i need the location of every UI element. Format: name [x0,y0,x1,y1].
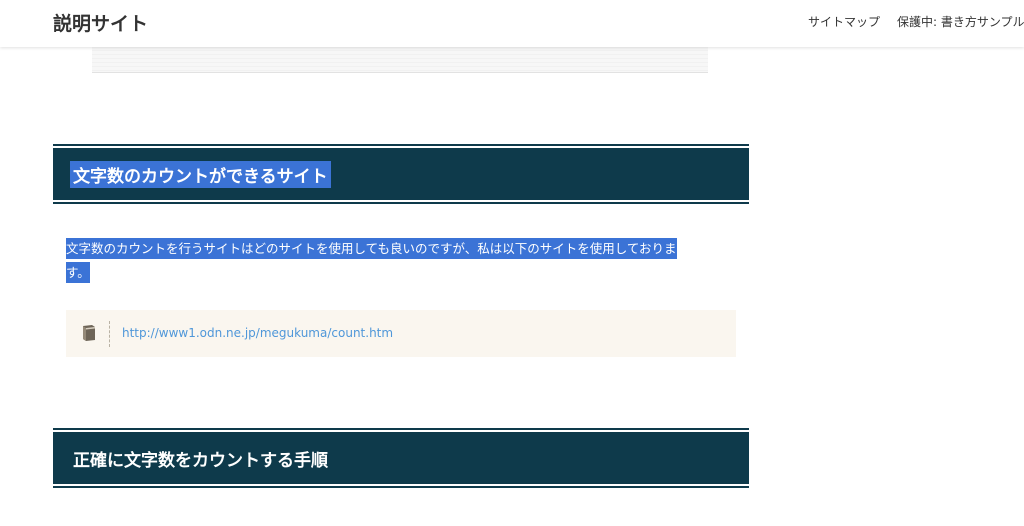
section-heading-text: 正確に文字数をカウントする手順 [73,451,328,471]
global-nav: サイトマップ 保護中: 書き方サンプル [808,13,1024,30]
book-icon [83,325,95,341]
page: 説明サイト サイトマップ 保護中: 書き方サンプル 文字数のカウントができるサイト… [0,0,1024,526]
paragraph-line: す。 [66,262,90,283]
link-box: http://www1.odn.ne.jp/megukuma/count.htm [66,310,736,357]
paragraph-line: 文字数のカウントを行うサイトはどのサイトを使用しても良いのですが、私は以下のサイ… [66,238,677,259]
section-heading-accurate-count-steps: 正確に文字数をカウントする手順 [53,428,749,488]
nav-item-sitemap[interactable]: サイトマップ [808,15,880,29]
count-site-link[interactable]: http://www1.odn.ne.jp/megukuma/count.htm [122,326,393,340]
site-header: 説明サイト サイトマップ 保護中: 書き方サンプル [0,0,1024,47]
nav-item-protected-sample[interactable]: 保護中: 書き方サンプル [897,15,1024,29]
separator [109,321,110,347]
intro-paragraph: 文字数のカウントを行うサイトはどのサイトを使用しても良いのですが、私は以下のサイ… [66,237,726,285]
site-title[interactable]: 説明サイト [53,9,148,36]
previous-content-block [92,47,708,73]
section-heading-character-count-site: 文字数のカウントができるサイト [53,144,749,204]
section-heading-text: 文字数のカウントができるサイト [70,161,331,188]
